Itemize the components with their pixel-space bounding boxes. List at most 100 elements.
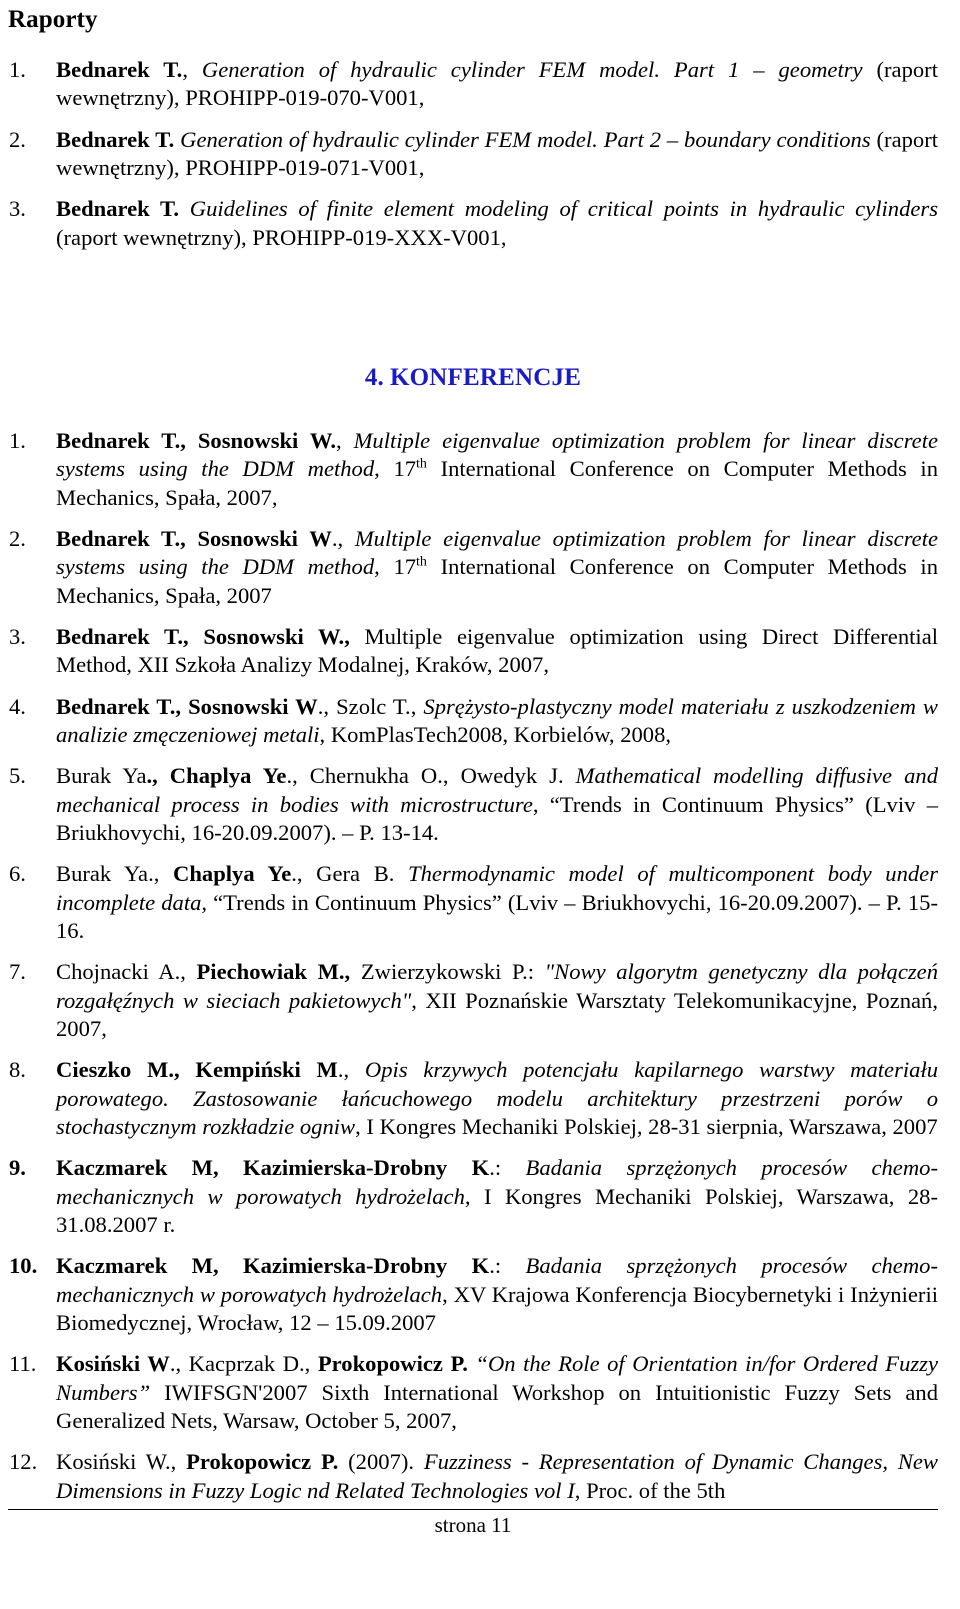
authors: Bednarek T., Sosnowski W. <box>56 427 337 453</box>
separator: .: <box>489 1155 526 1181</box>
authors: Prokopowicz P. <box>186 1449 339 1475</box>
list-item-text: Chojnacki A., Piechowiak M., Zwierzykows… <box>56 958 938 1043</box>
list-item: 12. Kosiński W., Prokopowicz P. (2007). … <box>8 1448 938 1505</box>
page-title: Raporty <box>8 6 98 33</box>
work-title: Generation of hydraulic cylinder FEM mod… <box>180 126 871 152</box>
authors: Bednarek T., Sosnowski W <box>56 693 318 719</box>
separator: ., Kacprzak D., <box>169 1351 318 1377</box>
list-item-text: Kosiński W., Prokopowicz P. (2007). Fuzz… <box>56 1448 938 1505</box>
authors: Piechowiak M., <box>196 959 351 985</box>
separator <box>350 624 365 649</box>
list-item: 3. Bednarek T., Sosnowski W., Multiple e… <box>8 623 938 680</box>
list-item: 9. Kaczmarek M, Kazimierska-Drobny K.: B… <box>8 1154 938 1239</box>
authors-plain: Burak Ya <box>56 763 147 789</box>
document-page: Raporty 1. Bednarek T., Generation of hy… <box>0 0 960 1609</box>
list-item-number: 5. <box>9 763 26 789</box>
publication-details: , KomPlasTech2008, Korbielów, 2008, <box>319 721 672 747</box>
list-item-text: Kaczmarek M, Kazimierska-Drobny K.: Bada… <box>56 1154 938 1239</box>
list-item: 5. Burak Ya., Chaplya Ye., Chernukha O.,… <box>8 762 938 847</box>
list-item-number: 2. <box>9 525 26 551</box>
publication-details-pre: , 17 <box>374 554 417 580</box>
list-item-text: Cieszko M., Kempiński M., Opis krzywych … <box>56 1056 938 1141</box>
list-item-text: Kaczmarek M, Kazimierska-Drobny K.: Bada… <box>56 1252 938 1337</box>
list-item-text: Bednarek T. Guidelines of finite element… <box>56 195 938 252</box>
section-heading-text: KONFERENCJE <box>390 364 582 392</box>
authors-plain: Chojnacki A., <box>56 959 197 985</box>
separator: ., <box>337 1057 365 1083</box>
list-item-number: 9. <box>9 1155 26 1181</box>
separator: ., Gera B. <box>291 861 409 887</box>
ordinal-suffix: th <box>416 554 427 570</box>
list-item-text: Bednarek T., Sosnowski W., Multiple eige… <box>56 623 938 680</box>
ordinal-suffix: th <box>416 456 427 472</box>
list-item-text: Bednarek T., Sosnowski W., Multiple eige… <box>56 427 938 512</box>
list-item-number: 2. <box>9 126 26 152</box>
list-item-number: 7. <box>9 959 26 985</box>
list-item-number: 4. <box>9 693 26 719</box>
authors: Cieszko M., Kempiński M <box>56 1057 338 1083</box>
list-item-text: Bednarek T., Sosnowski W., Multiple eige… <box>56 525 938 610</box>
list-item: 1. Bednarek T., Generation of hydraulic … <box>8 56 938 113</box>
reports-list: 1. Bednarek T., Generation of hydraulic … <box>8 56 938 252</box>
publication-details-pre: , 17 <box>374 456 417 482</box>
list-item: 4. Bednarek T., Sosnowski W., Szolc T., … <box>8 693 938 750</box>
page-number: strona 11 <box>434 1513 512 1538</box>
vertical-spacer <box>8 393 938 427</box>
list-item-number: 3. <box>9 623 26 649</box>
list-item-number: 12. <box>9 1449 38 1475</box>
work-title: Generation of hydraulic cylinder FEM mod… <box>201 57 863 82</box>
list-item-text: Bednarek T., Sosnowski W., Szolc T., Spr… <box>56 693 938 750</box>
list-item-number: 8. <box>9 1057 26 1083</box>
vertical-spacer <box>8 252 938 364</box>
list-item: 8. Cieszko M., Kempiński M., Opis krzywy… <box>8 1056 938 1141</box>
list-item-text: Burak Ya., Chaplya Ye., Gera B. Thermody… <box>56 860 938 945</box>
authors: Bednarek T. <box>56 126 175 152</box>
list-item-text: Kosiński W., Kacprzak D., Prokopowicz P.… <box>56 1350 938 1435</box>
separator: ., Chernukha O., Owedyk J. <box>286 763 576 789</box>
list-item: 10. Kaczmarek M, Kazimierska-Drobny K.: … <box>8 1252 938 1337</box>
section-number: 4. <box>364 364 385 392</box>
section-heading-konferencje: 4. KONFERENCJE <box>8 364 938 393</box>
separator: .: <box>489 1253 526 1279</box>
list-item-text: Burak Ya., Chaplya Ye., Chernukha O., Ow… <box>56 762 938 847</box>
publication-details: IWIFSGN'2007 Sixth International Worksho… <box>56 1379 938 1434</box>
list-item: 6. Burak Ya., Chaplya Ye., Gera B. Therm… <box>8 860 938 945</box>
conferences-list: 1. Bednarek T., Sosnowski W., Multiple e… <box>8 427 938 1505</box>
list-item-number: 1. <box>9 57 26 82</box>
list-item-number: 11. <box>9 1351 37 1377</box>
publication-details: , I Kongres Mechaniki Polskiej, 28-31 si… <box>355 1114 938 1140</box>
list-item-number: 6. <box>9 861 26 887</box>
list-item-number: 10. <box>9 1253 38 1279</box>
separator <box>179 196 190 221</box>
list-item: 11. Kosiński W., Kacprzak D., Prokopowic… <box>8 1350 938 1435</box>
list-item: 2. Bednarek T. Generation of hydraulic c… <box>8 126 938 183</box>
authors: Bednarek T., Sosnowski W <box>56 525 332 551</box>
list-item: 7. Chojnacki A., Piechowiak M., Zwierzyk… <box>8 958 938 1043</box>
list-item-number: 3. <box>9 196 26 222</box>
work-title: Guidelines of finite element modeling of… <box>189 196 938 222</box>
authors-plain: Burak Ya., <box>56 861 174 887</box>
authors-secondary: Prokopowicz P. <box>317 1351 468 1377</box>
authors: Kaczmarek M, Kazimierska-Drobny K <box>56 1253 490 1279</box>
separator: ., <box>331 525 355 551</box>
list-item: 3. Bednarek T. Guidelines of finite elem… <box>8 195 938 252</box>
authors: Bednarek T. <box>56 196 180 222</box>
list-item-number: 1. <box>9 427 26 453</box>
authors: Kosiński W <box>56 1351 170 1377</box>
authors: Chaplya Ye <box>173 861 292 887</box>
separator: (2007). <box>338 1449 424 1475</box>
footer-divider <box>8 1509 938 1511</box>
publication-details: (raport wewnętrzny), PROHIPP-019-XXX-V00… <box>56 224 507 250</box>
separator: Zwierzykowski P.: <box>350 959 545 985</box>
separator: , <box>336 427 354 453</box>
separator: ., Szolc T., <box>317 693 424 719</box>
list-item-text: Bednarek T. Generation of hydraulic cyli… <box>56 126 938 183</box>
list-item: 2. Bednarek T., Sosnowski W., Multiple e… <box>8 525 938 610</box>
authors: ., Chaplya Ye <box>146 763 287 789</box>
authors-plain: Kosiński W., <box>56 1449 187 1475</box>
list-item-text: Bednarek T., Generation of hydraulic cyl… <box>56 56 938 113</box>
authors: Bednarek T., Sosnowski W., <box>56 623 350 649</box>
list-item: 1. Bednarek T., Sosnowski W., Multiple e… <box>8 427 938 512</box>
separator: , <box>182 57 202 82</box>
authors: Kaczmarek M, Kazimierska-Drobny K <box>56 1155 490 1181</box>
